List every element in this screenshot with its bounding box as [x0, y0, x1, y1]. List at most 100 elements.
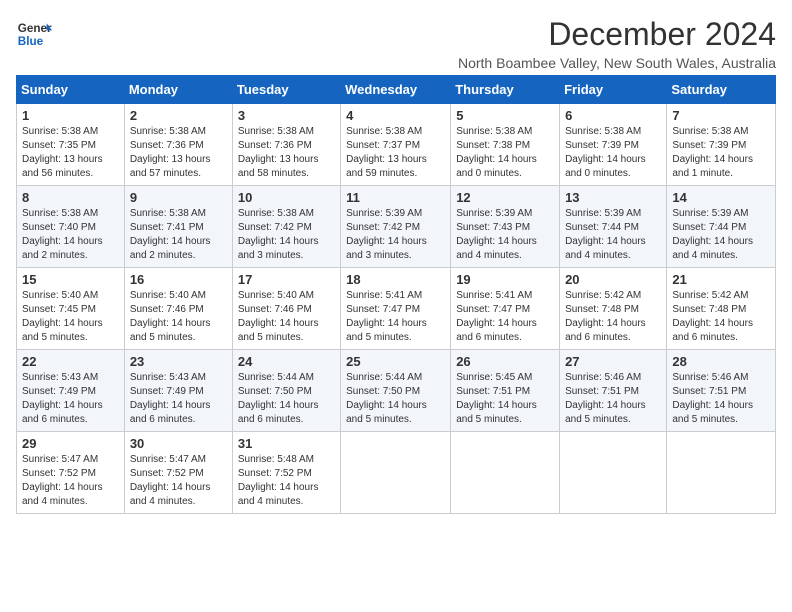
day-number: 19: [456, 272, 554, 287]
day-number: 31: [238, 436, 335, 451]
day-number: 22: [22, 354, 119, 369]
day-number: 7: [672, 108, 770, 123]
day-number: 5: [456, 108, 554, 123]
table-row: 17 Sunrise: 5:40 AM Sunset: 7:46 PM Dayli…: [232, 268, 340, 350]
table-row: 31 Sunrise: 5:48 AM Sunset: 7:52 PM Dayli…: [232, 432, 340, 514]
table-row: [341, 432, 451, 514]
table-row: [451, 432, 560, 514]
month-title: December 2024: [458, 16, 776, 53]
day-details: Sunrise: 5:38 AM Sunset: 7:41 PM Dayligh…: [130, 207, 227, 263]
table-row: 20Sunrise: 5:42 AM Sunset: 7:48 PM Dayli…: [560, 268, 667, 350]
calendar-header-row: Sunday Monday Tuesday Wednesday Thursday…: [17, 76, 776, 104]
day-details: Sunrise: 5:43 AM Sunset: 7:49 PM Dayligh…: [22, 371, 119, 427]
day-details: Sunrise: 5:38 AM Sunset: 7:37 PM Dayligh…: [346, 125, 445, 181]
table-row: 8 Sunrise: 5:38 AM Sunset: 7:40 PM Daylig…: [17, 186, 125, 268]
day-details: Sunrise: 5:38 AM Sunset: 7:39 PM Dayligh…: [565, 125, 661, 181]
table-row: 26 Sunrise: 5:45 AM Sunset: 7:51 PM Dayli…: [451, 350, 560, 432]
day-number: 27: [565, 354, 661, 369]
table-row: 12Sunrise: 5:39 AM Sunset: 7:43 PM Dayli…: [451, 186, 560, 268]
day-number: 24: [238, 354, 335, 369]
day-number: 23: [130, 354, 227, 369]
calendar-week-row: 1 Sunrise: 5:38 AM Sunset: 7:35 PM Daylig…: [17, 104, 776, 186]
day-number: 13: [565, 190, 661, 205]
table-row: 4 Sunrise: 5:38 AM Sunset: 7:37 PM Daylig…: [341, 104, 451, 186]
day-number: 2: [130, 108, 227, 123]
day-details: Sunrise: 5:39 AM Sunset: 7:44 PM Dayligh…: [565, 207, 661, 263]
day-number: 26: [456, 354, 554, 369]
calendar-week-row: 22 Sunrise: 5:43 AM Sunset: 7:49 PM Dayli…: [17, 350, 776, 432]
day-details: Sunrise: 5:47 AM Sunset: 7:52 PM Dayligh…: [130, 453, 227, 509]
day-details: Sunrise: 5:40 AM Sunset: 7:46 PM Dayligh…: [238, 289, 335, 345]
logo: General Blue: [16, 16, 52, 52]
table-row: 22 Sunrise: 5:43 AM Sunset: 7:49 PM Dayli…: [17, 350, 125, 432]
calendar-week-row: 15 Sunrise: 5:40 AM Sunset: 7:45 PM Dayli…: [17, 268, 776, 350]
day-number: 1: [22, 108, 119, 123]
table-row: 5Sunrise: 5:38 AM Sunset: 7:38 PM Daylig…: [451, 104, 560, 186]
svg-text:Blue: Blue: [18, 35, 44, 48]
day-number: 3: [238, 108, 335, 123]
table-row: 1 Sunrise: 5:38 AM Sunset: 7:35 PM Daylig…: [17, 104, 125, 186]
table-row: 10 Sunrise: 5:38 AM Sunset: 7:42 PM Dayli…: [232, 186, 340, 268]
day-number: 30: [130, 436, 227, 451]
title-block: December 2024 North Boambee Valley, New …: [458, 16, 776, 71]
day-number: 28: [672, 354, 770, 369]
calendar-week-row: 29Sunrise: 5:47 AM Sunset: 7:52 PM Dayli…: [17, 432, 776, 514]
location-subtitle: North Boambee Valley, New South Wales, A…: [458, 55, 776, 71]
day-details: Sunrise: 5:39 AM Sunset: 7:42 PM Dayligh…: [346, 207, 445, 263]
day-number: 25: [346, 354, 445, 369]
day-details: Sunrise: 5:48 AM Sunset: 7:52 PM Dayligh…: [238, 453, 335, 509]
logo-icon: General Blue: [16, 16, 52, 52]
day-number: 6: [565, 108, 661, 123]
col-wednesday: Wednesday: [341, 76, 451, 104]
day-details: Sunrise: 5:38 AM Sunset: 7:40 PM Dayligh…: [22, 207, 119, 263]
table-row: 21 Sunrise: 5:42 AM Sunset: 7:48 PM Dayli…: [667, 268, 776, 350]
table-row: 11 Sunrise: 5:39 AM Sunset: 7:42 PM Dayli…: [341, 186, 451, 268]
calendar-table: Sunday Monday Tuesday Wednesday Thursday…: [16, 75, 776, 514]
day-number: 18: [346, 272, 445, 287]
day-details: Sunrise: 5:38 AM Sunset: 7:42 PM Dayligh…: [238, 207, 335, 263]
day-details: Sunrise: 5:38 AM Sunset: 7:35 PM Dayligh…: [22, 125, 119, 181]
table-row: 3 Sunrise: 5:38 AM Sunset: 7:36 PM Daylig…: [232, 104, 340, 186]
table-row: 7 Sunrise: 5:38 AM Sunset: 7:39 PM Daylig…: [667, 104, 776, 186]
col-friday: Friday: [560, 76, 667, 104]
day-number: 20: [565, 272, 661, 287]
day-number: 17: [238, 272, 335, 287]
table-row: [667, 432, 776, 514]
day-details: Sunrise: 5:38 AM Sunset: 7:39 PM Dayligh…: [672, 125, 770, 181]
day-number: 11: [346, 190, 445, 205]
table-row: 23Sunrise: 5:43 AM Sunset: 7:49 PM Dayli…: [124, 350, 232, 432]
day-details: Sunrise: 5:41 AM Sunset: 7:47 PM Dayligh…: [456, 289, 554, 345]
day-details: Sunrise: 5:38 AM Sunset: 7:36 PM Dayligh…: [238, 125, 335, 181]
day-details: Sunrise: 5:44 AM Sunset: 7:50 PM Dayligh…: [238, 371, 335, 427]
day-details: Sunrise: 5:47 AM Sunset: 7:52 PM Dayligh…: [22, 453, 119, 509]
table-row: 29Sunrise: 5:47 AM Sunset: 7:52 PM Dayli…: [17, 432, 125, 514]
day-number: 9: [130, 190, 227, 205]
day-number: 4: [346, 108, 445, 123]
table-row: 30 Sunrise: 5:47 AM Sunset: 7:52 PM Dayli…: [124, 432, 232, 514]
day-details: Sunrise: 5:41 AM Sunset: 7:47 PM Dayligh…: [346, 289, 445, 345]
day-details: Sunrise: 5:39 AM Sunset: 7:44 PM Dayligh…: [672, 207, 770, 263]
day-details: Sunrise: 5:39 AM Sunset: 7:43 PM Dayligh…: [456, 207, 554, 263]
day-details: Sunrise: 5:46 AM Sunset: 7:51 PM Dayligh…: [672, 371, 770, 427]
table-row: 19 Sunrise: 5:41 AM Sunset: 7:47 PM Dayli…: [451, 268, 560, 350]
day-details: Sunrise: 5:44 AM Sunset: 7:50 PM Dayligh…: [346, 371, 445, 427]
day-number: 21: [672, 272, 770, 287]
col-thursday: Thursday: [451, 76, 560, 104]
day-number: 14: [672, 190, 770, 205]
col-sunday: Sunday: [17, 76, 125, 104]
page-header: General Blue December 2024 North Boambee…: [16, 16, 776, 71]
day-number: 15: [22, 272, 119, 287]
table-row: 15 Sunrise: 5:40 AM Sunset: 7:45 PM Dayli…: [17, 268, 125, 350]
table-row: 6 Sunrise: 5:38 AM Sunset: 7:39 PM Daylig…: [560, 104, 667, 186]
day-details: Sunrise: 5:45 AM Sunset: 7:51 PM Dayligh…: [456, 371, 554, 427]
day-number: 10: [238, 190, 335, 205]
day-details: Sunrise: 5:40 AM Sunset: 7:45 PM Dayligh…: [22, 289, 119, 345]
table-row: 18 Sunrise: 5:41 AM Sunset: 7:47 PM Dayli…: [341, 268, 451, 350]
day-number: 8: [22, 190, 119, 205]
day-details: Sunrise: 5:42 AM Sunset: 7:48 PM Dayligh…: [672, 289, 770, 345]
day-number: 16: [130, 272, 227, 287]
col-monday: Monday: [124, 76, 232, 104]
table-row: [560, 432, 667, 514]
table-row: 28 Sunrise: 5:46 AM Sunset: 7:51 PM Dayli…: [667, 350, 776, 432]
table-row: 25 Sunrise: 5:44 AM Sunset: 7:50 PM Dayli…: [341, 350, 451, 432]
